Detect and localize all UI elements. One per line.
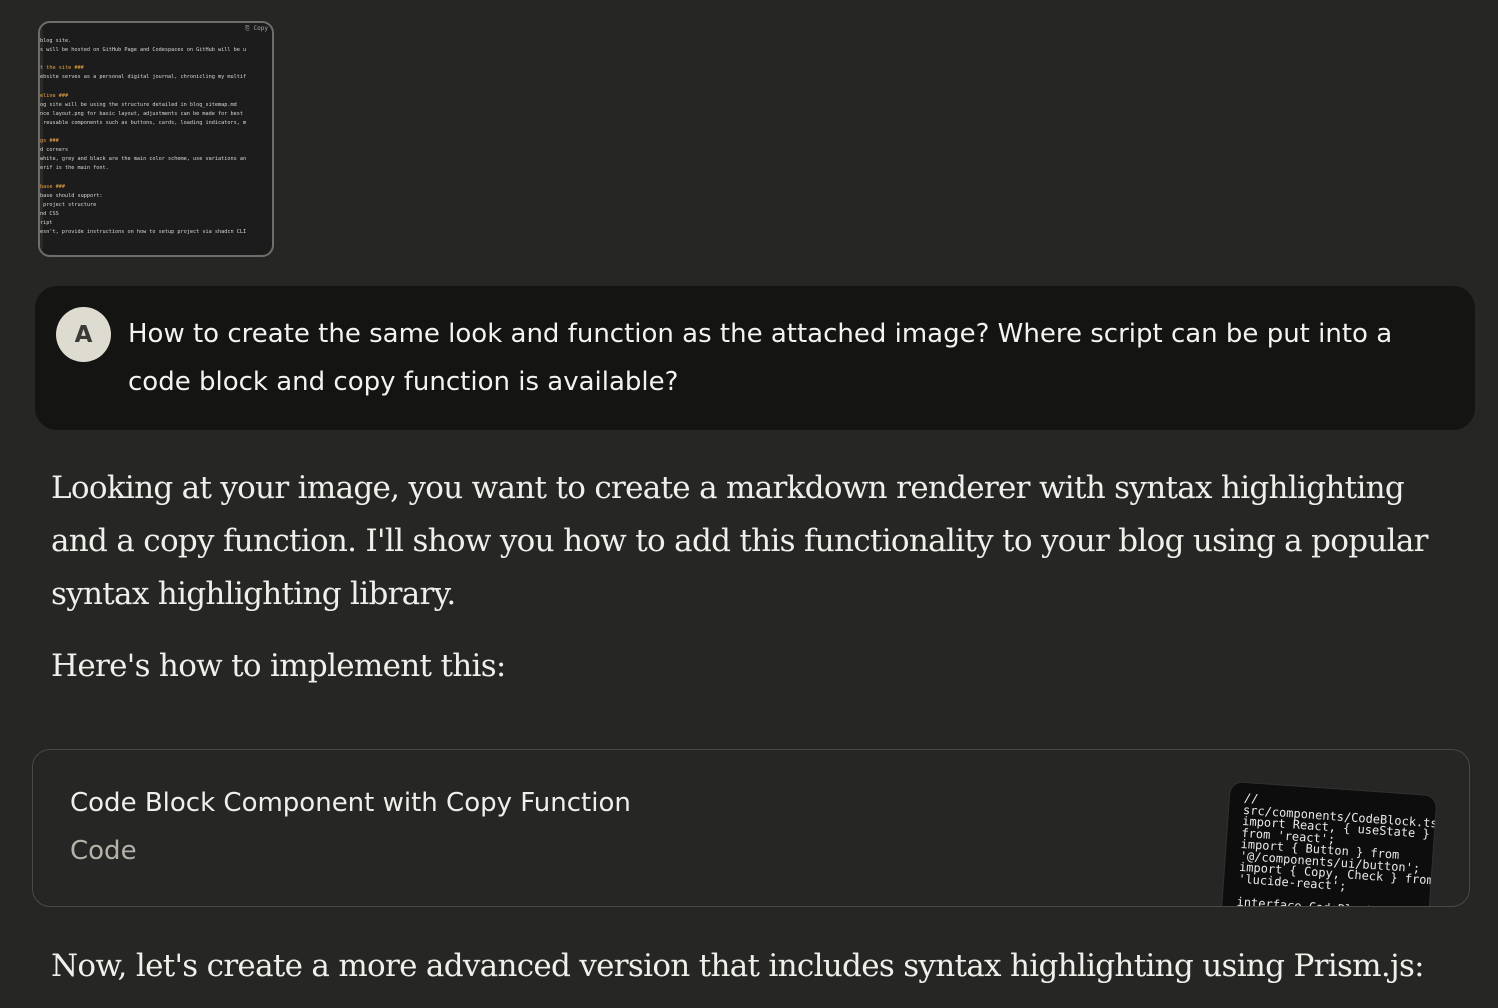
artifact-title: Code Block Component with Copy Function — [70, 788, 631, 818]
thumbnail-code-line: project structure — [40, 201, 97, 208]
thumbnail-code-line — [40, 55, 272, 64]
assistant-paragraph-intro: Looking at your image, you want to creat… — [51, 470, 1428, 612]
thumbnail-code-line: blog site. — [40, 38, 72, 44]
thumbnail-code-line: esn't, provide instructions on how to se… — [40, 228, 247, 235]
user-message: A How to create the same look and functi… — [35, 286, 1475, 430]
thumbnail-code-line — [40, 82, 272, 91]
artifact-type-label: Code — [70, 836, 137, 866]
thumbnail-copy-label: ⎘ Copy — [245, 25, 268, 32]
thumbnail-code-line: nd CSS — [40, 210, 59, 217]
thumbnail-code-line: ebsite serves as a personal digital jour… — [40, 74, 247, 81]
user-avatar: A — [56, 307, 111, 362]
thumbnail-code-line: white, grey and black are the main color… — [40, 156, 247, 163]
thumbnail-code-line: eline ### — [40, 92, 69, 99]
thumbnail-code-line: t the site ### — [40, 65, 84, 72]
thumbnail-code-line: erif is the main font. — [40, 165, 109, 172]
thumbnail-code-text: blog site. s will be hosted on GitHub Pag… — [40, 37, 272, 237]
thumbnail-code-line — [40, 173, 272, 182]
thumbnail-code-line: gs ### — [40, 138, 59, 145]
attached-image-thumbnail[interactable]: ⎘ Copy blog site. s will be hosted on Git… — [38, 21, 274, 257]
thumbnail-code-line: og site will be using the structure deta… — [40, 101, 237, 108]
artifact-code-preview: // src/components/CodeBlock.tsx import R… — [1220, 782, 1437, 907]
thumbnail-code-line: reusable components such as buttons, car… — [40, 119, 247, 126]
thumbnail-code-line: base should support: — [40, 192, 103, 199]
thumbnail-code-line: base ### — [40, 183, 65, 190]
artifact-preview-code: // src/components/CodeBlock.tsx import R… — [1236, 790, 1437, 907]
thumbnail-code-line: s will be hosted on GitHub Page and Code… — [40, 47, 247, 54]
thumbnail-code-line — [40, 128, 272, 137]
thumbnail-code-line: d corners — [40, 147, 69, 154]
user-message-text: How to create the same look and function… — [128, 319, 1393, 397]
thumbnail-code-line: nce layout.png for basic layout, adjustm… — [40, 110, 244, 117]
artifact-card[interactable]: Code Block Component with Copy Function … — [32, 749, 1470, 907]
thumbnail-code-line: ript — [40, 219, 53, 226]
assistant-paragraph-advanced: Now, let's create a more advanced versio… — [51, 948, 1425, 984]
assistant-paragraph-implement: Here's how to implement this: — [51, 648, 506, 684]
